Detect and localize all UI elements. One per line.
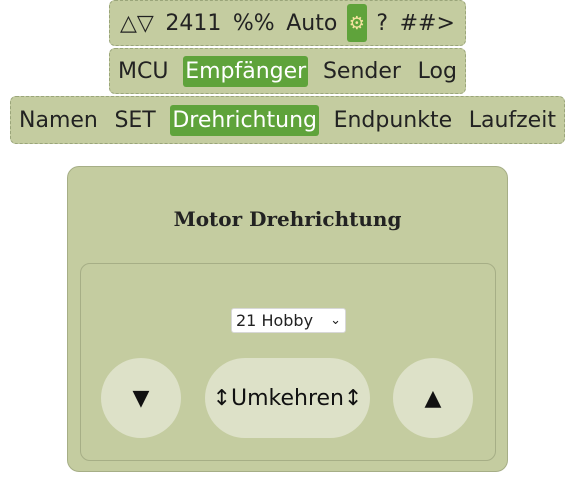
down-button[interactable]: ▼ bbox=[101, 358, 181, 438]
tab-endpunkte[interactable]: Endpunkte bbox=[332, 105, 455, 136]
tab-empfaenger[interactable]: Empfänger bbox=[183, 55, 309, 87]
model-select[interactable]: 21 Hobby ⌄ bbox=[231, 308, 346, 333]
percent-button[interactable]: %% bbox=[231, 8, 277, 39]
up-button[interactable]: ▲ bbox=[393, 358, 473, 438]
tab-set[interactable]: SET bbox=[112, 105, 157, 136]
tab-drehrichtung[interactable]: Drehrichtung bbox=[170, 104, 319, 136]
tab-log[interactable]: Log bbox=[416, 56, 459, 87]
tab-namen[interactable]: Namen bbox=[17, 105, 100, 136]
tab-laufzeit[interactable]: Laufzeit bbox=[467, 105, 558, 136]
chevron-down-icon: ⌄ bbox=[330, 313, 341, 328]
auto-button[interactable]: Auto bbox=[284, 8, 339, 39]
top-toolbar: △▽ 2411 %% Auto ⚙ ? ##> bbox=[109, 0, 466, 46]
section-tabs: MCU Empfänger Sender Log bbox=[109, 48, 466, 94]
tab-mcu[interactable]: MCU bbox=[116, 56, 170, 87]
controls-group: 21 Hobby ⌄ ▼ ↕Umkehren↕ ▲ bbox=[80, 263, 496, 461]
reverse-button[interactable]: ↕Umkehren↕ bbox=[205, 358, 370, 438]
model-select-value: 21 Hobby bbox=[236, 311, 314, 330]
help-button[interactable]: ? bbox=[374, 8, 390, 39]
gear-icon[interactable]: ⚙ bbox=[346, 4, 367, 42]
channel-number[interactable]: 2411 bbox=[163, 8, 223, 39]
sub-tabs: Namen SET Drehrichtung Endpunkte Laufzei… bbox=[10, 96, 565, 144]
motor-direction-panel: Motor Drehrichtung 21 Hobby ⌄ ▼ ↕Umkehre… bbox=[67, 166, 508, 472]
tab-sender[interactable]: Sender bbox=[321, 56, 403, 87]
next-button[interactable]: ##> bbox=[398, 8, 457, 39]
toggle-arrows-button[interactable]: △▽ bbox=[118, 8, 156, 39]
panel-title: Motor Drehrichtung bbox=[173, 207, 402, 231]
